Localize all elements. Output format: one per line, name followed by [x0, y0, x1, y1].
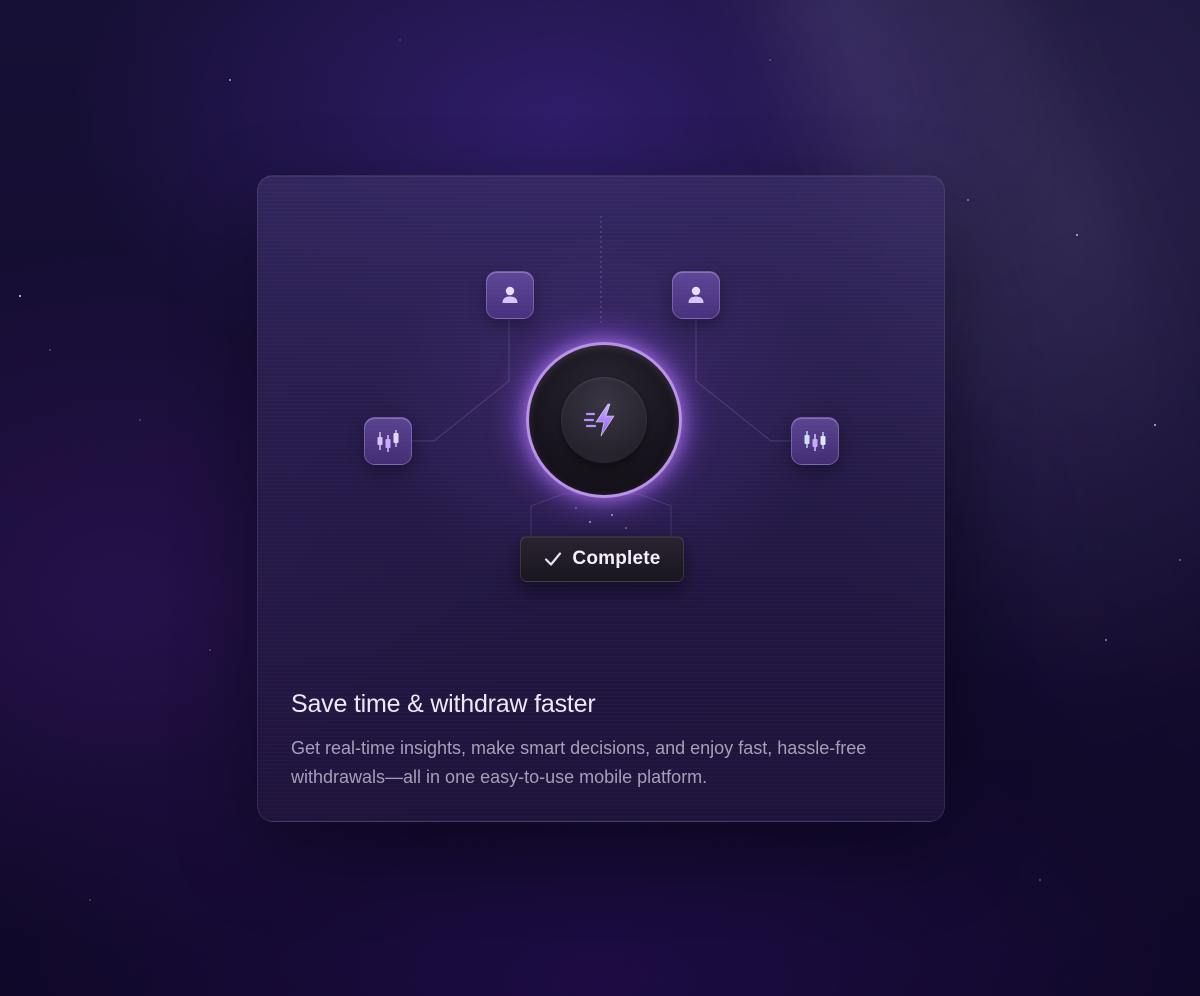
user-icon	[688, 286, 704, 303]
card-title: Save time & withdraw faster	[291, 690, 596, 718]
hub-inner-circle	[561, 377, 647, 463]
status-badge: Complete	[520, 536, 684, 582]
user-node-left	[486, 271, 534, 319]
status-label: Complete	[572, 548, 661, 569]
chart-node-left	[364, 417, 412, 465]
chart-node-right	[791, 417, 839, 465]
candlestick-chart-icon	[377, 430, 399, 452]
connector-lines	[411, 216, 791, 536]
candlestick-chart-icon	[804, 431, 826, 451]
lightning-hub	[526, 342, 682, 498]
user-node-right	[672, 271, 720, 319]
card-description: Get real-time insights, make smart decis…	[291, 738, 867, 787]
checkmark-icon	[545, 552, 562, 566]
feature-card: Complete Save time & withdraw faster Get…	[257, 175, 945, 822]
user-icon	[502, 286, 518, 303]
lightning-bolt-icon	[584, 403, 615, 437]
